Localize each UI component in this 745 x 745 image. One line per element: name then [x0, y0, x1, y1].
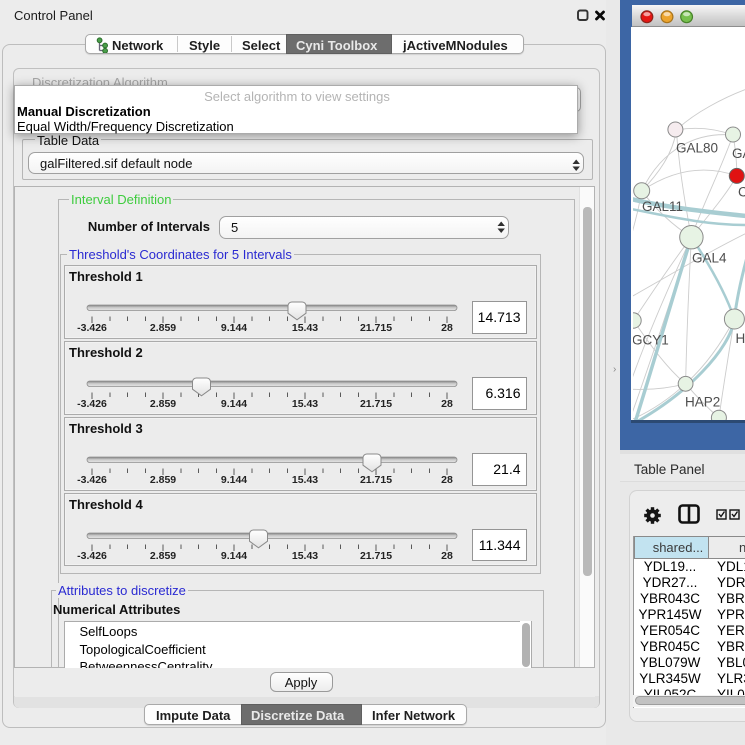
svg-text:C: C	[738, 185, 745, 200]
svg-text:HAP2: HAP2	[685, 395, 720, 410]
svg-text:GAL11: GAL11	[642, 199, 683, 214]
svg-text:GCY1: GCY1	[633, 333, 669, 348]
svg-text:GAL4: GAL4	[692, 251, 727, 266]
svg-text:H: H	[735, 331, 745, 346]
svg-text:GAL80: GAL80	[676, 141, 718, 156]
svg-text:GA: GA	[732, 146, 745, 161]
